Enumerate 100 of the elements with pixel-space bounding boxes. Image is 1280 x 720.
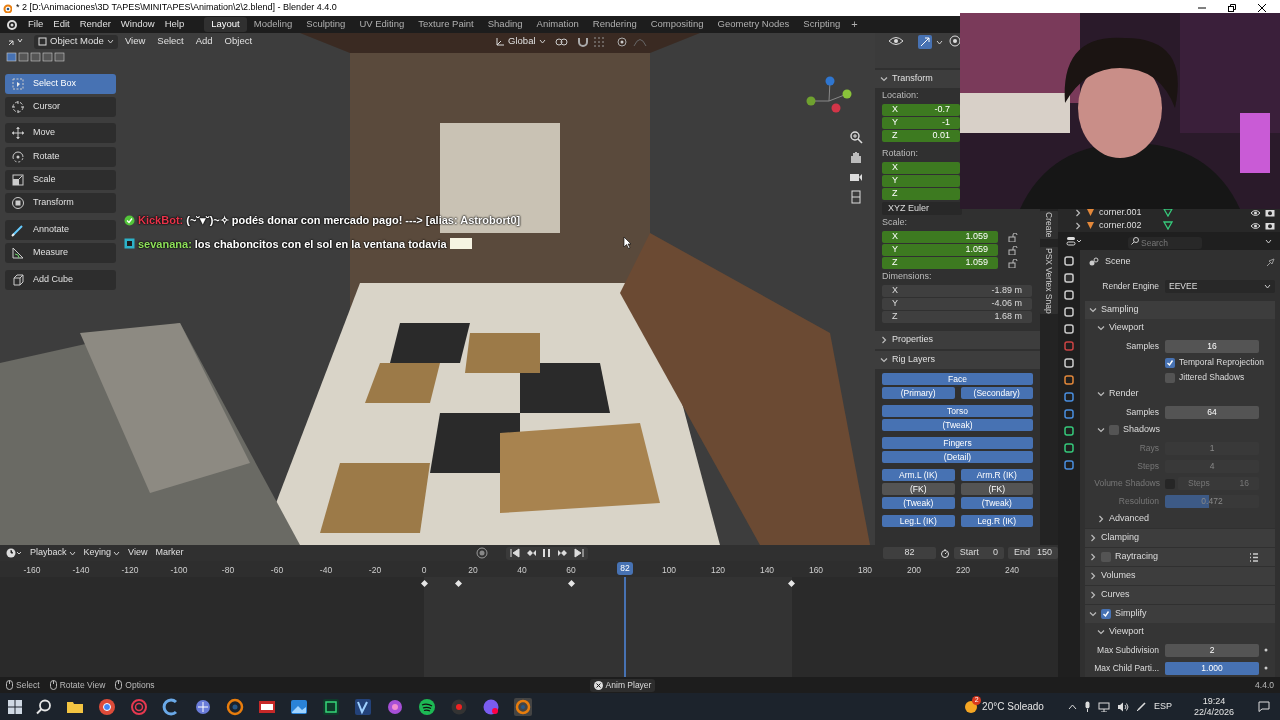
panel-header[interactable]: Shadows: [1123, 423, 1161, 437]
panel-header[interactable]: Curves: [1101, 588, 1130, 602]
close-icon[interactable]: [1258, 4, 1266, 12]
number-field[interactable]: X: [882, 162, 960, 174]
selection-mode-icon[interactable]: [42, 52, 53, 62]
tool-button[interactable]: Add Cube: [5, 270, 116, 290]
app-icon[interactable]: [322, 697, 340, 716]
layer-button[interactable]: (Primary): [882, 387, 955, 399]
panel-header[interactable]: Clamping: [1101, 531, 1140, 545]
layer-button[interactable]: Arm.R (IK): [960, 469, 1033, 481]
outliner-item[interactable]: corner.001: [1099, 205, 1149, 220]
chevron-icon[interactable]: [1089, 572, 1097, 580]
grid-icon[interactable]: [849, 190, 863, 204]
chevron-icon[interactable]: [1089, 610, 1097, 618]
magnet-icon[interactable]: [576, 36, 589, 47]
number-field[interactable]: 64: [1165, 405, 1259, 419]
microphone-icon[interactable]: [1083, 701, 1091, 712]
search-field[interactable]: Search: [1128, 237, 1202, 250]
workspace-tab[interactable]: Scripting: [796, 17, 848, 32]
panel-header[interactable]: Volumes: [1101, 569, 1136, 583]
panel-header[interactable]: Advanced: [1109, 512, 1150, 526]
layer-button[interactable]: (FK): [960, 483, 1033, 495]
stopwatch-icon[interactable]: [939, 548, 950, 558]
menu-item[interactable]: Object: [219, 34, 258, 49]
chevron-icon[interactable]: [1097, 628, 1105, 636]
app-icon[interactable]: [386, 697, 404, 716]
workspace-tab[interactable]: Geometry Nodes: [710, 17, 797, 32]
number-field[interactable]: X 1.059: [882, 231, 998, 243]
panel-header[interactable]: Render: [1109, 387, 1139, 401]
caret-icon[interactable]: [936, 39, 943, 46]
number-field[interactable]: Y -4.06 m: [882, 298, 1032, 310]
clock-button[interactable]: 19:24 22/4/2026: [1193, 695, 1234, 718]
panel-header[interactable]: Transform: [892, 72, 933, 86]
photo-app-icon[interactable]: [290, 697, 308, 716]
clock-editor-icon[interactable]: [6, 548, 22, 558]
link-icon[interactable]: [554, 36, 571, 47]
render-engine-dropdown[interactable]: EEVEE: [1165, 279, 1275, 293]
restore-icon[interactable]: [1228, 4, 1236, 12]
checkbox[interactable]: [1165, 357, 1175, 368]
next-keyframe-icon[interactable]: [558, 548, 569, 558]
layer-button[interactable]: (Tweak): [882, 497, 955, 509]
tool-button[interactable]: Transform: [5, 193, 116, 213]
tool-button[interactable]: Scale: [5, 170, 116, 190]
number-field[interactable]: X -0.7: [882, 104, 960, 116]
number-field[interactable]: Y 1.059: [882, 244, 998, 256]
layer-button[interactable]: (Secondary): [960, 387, 1033, 399]
tool-button[interactable]: Measure: [5, 243, 116, 263]
layer-button[interactable]: Arm.L (IK): [882, 469, 955, 481]
menu-item[interactable]: Render: [74, 17, 116, 32]
panel-header[interactable]: Sampling: [1101, 303, 1139, 317]
menu-item[interactable]: Playback: [30, 546, 76, 560]
menu-item[interactable]: Select: [152, 34, 189, 49]
panel-header[interactable]: Viewport: [1109, 321, 1144, 335]
tool-button[interactable]: Move: [5, 123, 116, 143]
menu-item[interactable]: Marker: [155, 546, 184, 560]
workspace-tab[interactable]: Texture Paint: [411, 17, 481, 32]
tool-button[interactable]: Rotate: [5, 147, 116, 167]
pen-icon[interactable]: [1135, 701, 1147, 712]
visibility-icon[interactable]: [1250, 221, 1261, 230]
close-icon[interactable]: [593, 680, 603, 690]
browser-icon[interactable]: [98, 697, 116, 716]
visibility-icon[interactable]: [888, 35, 904, 47]
caret-up-icon[interactable]: [1067, 703, 1077, 710]
pause-icon[interactable]: [542, 548, 553, 558]
number-field[interactable]: Z 1.68 m: [882, 311, 1032, 323]
workspace-tab[interactable]: Animation: [529, 17, 586, 32]
jump-end-icon[interactable]: [574, 548, 585, 558]
outliner-item[interactable]: corner.002: [1099, 218, 1149, 233]
number-field[interactable]: X -1.89 m: [882, 285, 1032, 297]
layer-button[interactable]: Torso: [882, 405, 1033, 417]
keyframe-icon[interactable]: [567, 580, 575, 587]
panel-header[interactable]: Viewport: [1109, 625, 1144, 639]
number-field[interactable]: 16: [1165, 339, 1259, 353]
add-workspace-button[interactable]: +: [847, 16, 862, 33]
chat-app-icon[interactable]: [482, 697, 500, 716]
previous-keyframe-icon[interactable]: [526, 548, 537, 558]
lock-icon[interactable]: [1008, 232, 1018, 242]
playhead-line[interactable]: [623, 577, 626, 677]
orientation-dropdown[interactable]: Global: [492, 34, 549, 49]
lock-icon[interactable]: [1008, 245, 1018, 255]
tool-button[interactable]: Cursor: [5, 97, 116, 117]
workspace-tab[interactable]: Sculpting: [299, 17, 353, 32]
search-icon[interactable]: [36, 698, 52, 715]
panel-header[interactable]: Raytracing: [1115, 550, 1159, 564]
range-field[interactable]: End 150: [1007, 547, 1058, 559]
layer-button[interactable]: Fingers: [882, 437, 1033, 449]
minimize-icon[interactable]: [1198, 4, 1206, 12]
camera-icon[interactable]: [1265, 208, 1275, 217]
chevron-icon[interactable]: [1097, 426, 1105, 434]
menu-item[interactable]: File: [23, 17, 49, 32]
lock-icon[interactable]: [1008, 258, 1018, 268]
language-indicator[interactable]: ESP: [1153, 699, 1172, 714]
chevron-icon[interactable]: [1097, 324, 1105, 332]
workspace-tab[interactable]: Rendering: [585, 17, 644, 32]
menu-item[interactable]: Window: [115, 17, 160, 32]
start-button-icon[interactable]: [8, 699, 22, 714]
hand-icon[interactable]: [849, 150, 863, 164]
app-icon[interactable]: [354, 697, 372, 716]
network-icon[interactable]: [1097, 701, 1110, 712]
chevron-icon[interactable]: [880, 336, 888, 344]
